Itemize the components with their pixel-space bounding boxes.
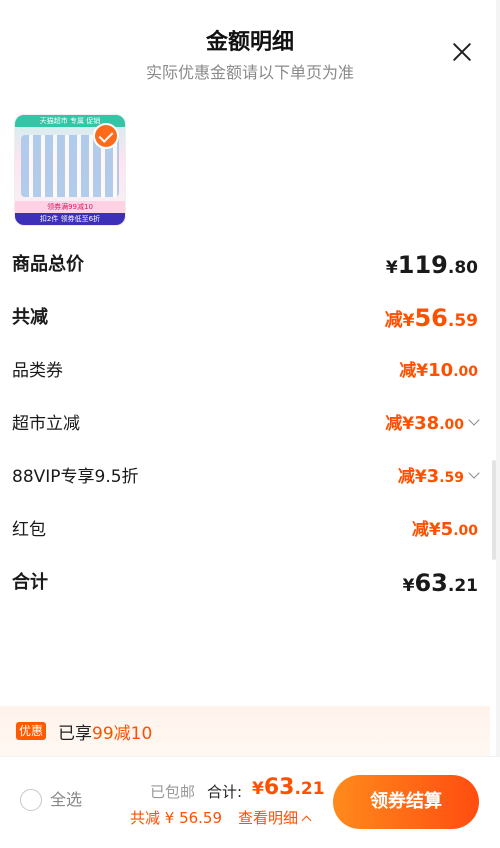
- page-title: 金额明细: [205, 30, 294, 55]
- discount-summary: 共减 ¥ 56.59: [130, 809, 223, 827]
- view-detail-link[interactable]: 查看明细: [238, 807, 312, 828]
- product-thumbnail-footer: 扣2件 领券低至6折: [15, 213, 125, 225]
- amount-int: 56: [414, 304, 448, 332]
- view-detail-label: 查看明细: [238, 809, 299, 827]
- amount-row: 共减 减¥56.59: [0, 298, 500, 338]
- total-dec: .21: [294, 779, 325, 799]
- chevron-down-icon[interactable]: [468, 467, 480, 479]
- amount-currency: ¥: [402, 414, 415, 434]
- amount-row: 合计 ¥63.21: [0, 563, 500, 603]
- amount-int: 10: [428, 360, 454, 381]
- amount-int: 3: [426, 466, 440, 487]
- amount-currency: ¥: [385, 258, 398, 278]
- amount-row[interactable]: 88VIP专享9.5折 减¥3.59: [0, 457, 500, 497]
- total-currency: ¥: [252, 779, 264, 799]
- amount-row-label: 88VIP专享9.5折: [12, 467, 139, 487]
- amount-dec: .21: [447, 576, 478, 596]
- checkout-button[interactable]: 领券结算: [333, 775, 479, 829]
- select-all-radio[interactable]: [20, 789, 42, 811]
- amount-prefix: 减: [384, 310, 403, 331]
- amount-row: 红包 减¥5.00: [0, 510, 500, 550]
- amount-row-label: 品类券: [12, 361, 63, 381]
- product-thumbnail-promo: 领券满99减10: [15, 201, 125, 213]
- amount-row[interactable]: 超市立减 减¥38.00: [0, 404, 500, 444]
- total-int: 63: [263, 775, 295, 800]
- amount-row-label: 超市立减: [12, 414, 80, 434]
- page-subtitle: 实际优惠金额请以下单页为准: [145, 63, 354, 82]
- chevron-down-icon[interactable]: [468, 414, 480, 426]
- amount-currency: ¥: [428, 520, 441, 540]
- amount-currency: ¥: [402, 576, 415, 596]
- amount-row-value: 减¥5.00: [412, 510, 478, 551]
- amount-dec: .80: [447, 258, 478, 278]
- amount-row: 商品总价 ¥119.80: [0, 245, 500, 285]
- checkout-bar: 全选 已包邮 合计: ¥63.21 共减 ¥ 56.59 查看明细 领券结算: [0, 756, 500, 848]
- amount-prefix: 减: [385, 414, 403, 434]
- promo-text-highlight: 99减10: [92, 724, 153, 744]
- total-label: 合计:: [207, 783, 243, 801]
- amount-currency: ¥: [414, 467, 427, 487]
- amount-row-value: ¥119.80: [386, 245, 478, 288]
- amount-row-label: 共减: [12, 307, 48, 328]
- header: 金额明细 实际优惠金额请以下单页为准: [0, 0, 500, 100]
- amount-currency: ¥: [416, 361, 429, 381]
- amount-dec: .00: [453, 364, 478, 380]
- amount-prefix: 减: [411, 520, 429, 540]
- selected-check-icon[interactable]: [93, 123, 119, 149]
- amount-row-label: 商品总价: [12, 254, 84, 275]
- amount-row-value: 减¥38.00: [385, 404, 480, 445]
- amount-row-value: 减¥3.59: [397, 457, 480, 498]
- promo-text: 已享99减10: [58, 719, 152, 744]
- close-icon[interactable]: [448, 38, 476, 66]
- amount-row-label: 合计: [12, 572, 48, 593]
- amount-dec: .00: [453, 523, 478, 539]
- amount-row-value: ¥63.21: [403, 563, 478, 606]
- total-amount: ¥63.21: [252, 775, 325, 800]
- amount-prefix: 减: [397, 467, 415, 487]
- free-shipping-label: 已包邮: [150, 783, 196, 801]
- amount-currency: ¥: [402, 311, 415, 331]
- amount-row-value: 减¥56.59: [385, 298, 478, 341]
- product-thumbnail[interactable]: 天猫超市 专属 促销 领券满99减10 扣2件 领券低至6折: [14, 114, 126, 226]
- amount-int: 38: [414, 413, 440, 434]
- amount-prefix: 减: [399, 361, 417, 381]
- amount-dec: .59: [447, 311, 478, 331]
- promo-text-prefix: 已享: [58, 724, 92, 744]
- promo-banner: 优惠 已享99减10: [0, 706, 490, 756]
- amount-int: 5: [440, 519, 454, 540]
- amount-dec: .59: [439, 470, 464, 486]
- amount-row-value: 减¥10.00: [399, 351, 478, 392]
- amount-int: 119: [397, 251, 448, 279]
- select-all-label[interactable]: 全选: [50, 789, 82, 811]
- chevron-up-icon: [301, 815, 312, 826]
- amount-dec: .00: [439, 417, 464, 433]
- amount-row: 品类券 减¥10.00: [0, 351, 500, 391]
- amount-int: 63: [414, 569, 448, 597]
- amount-row-label: 红包: [12, 520, 46, 540]
- promo-tag: 优惠: [16, 722, 47, 740]
